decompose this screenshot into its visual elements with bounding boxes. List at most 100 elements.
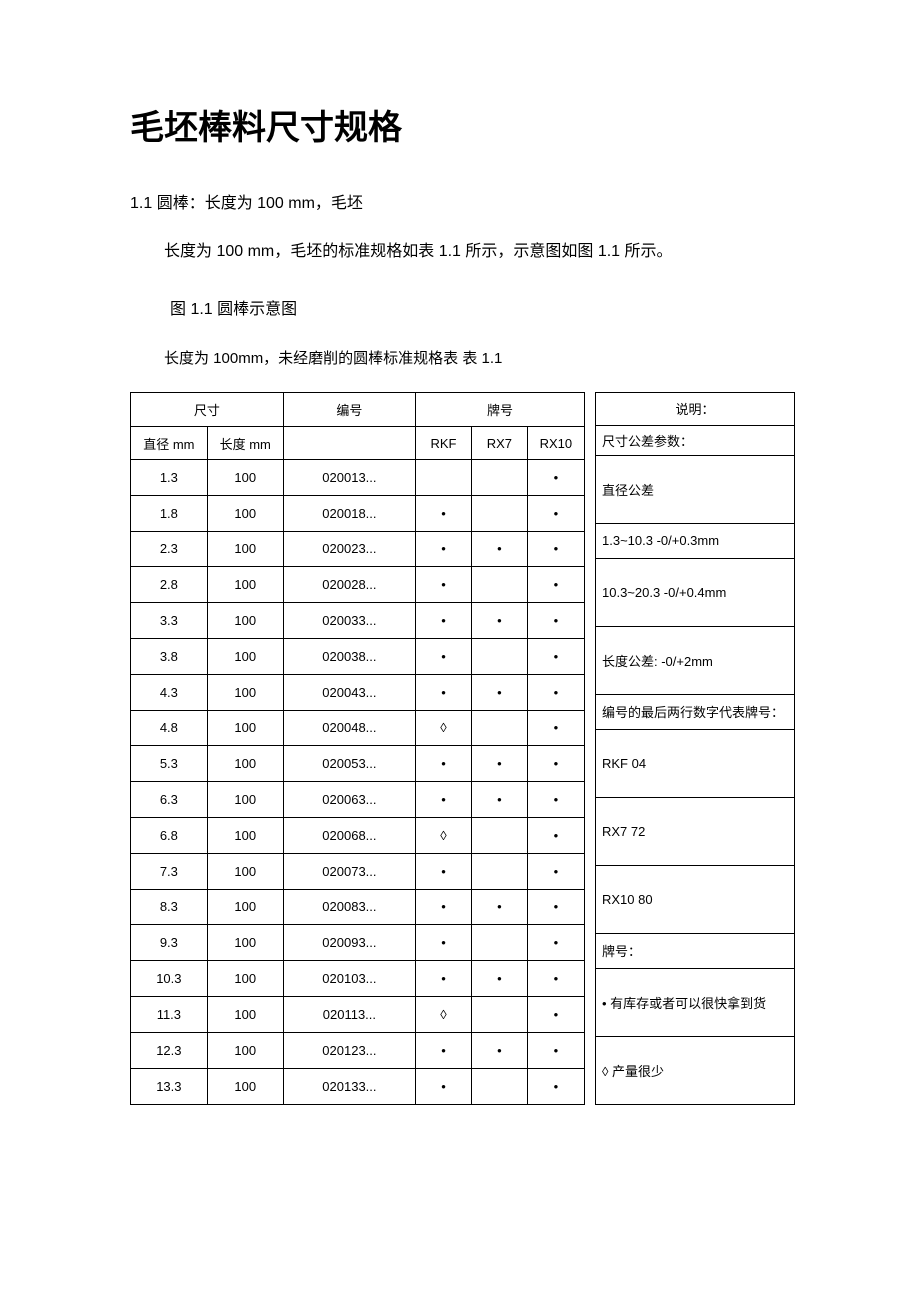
cell-g3: •	[527, 782, 584, 818]
cell-d: 1.3	[131, 460, 208, 496]
cell-g1: •	[416, 495, 472, 531]
note-rx1080: RX10 80	[596, 865, 795, 933]
cell-l: 100	[207, 746, 283, 782]
cell-g3: •	[527, 925, 584, 961]
section-heading: 1.1 圆棒：长度为 100 mm，毛坯	[130, 189, 800, 213]
table-row: 12.3100020123...•••	[131, 1032, 585, 1068]
cell-g1: ◊	[416, 996, 472, 1032]
cell-g1: ◊	[416, 710, 472, 746]
spec-table: 尺寸 编号 牌号 直径 mm 长度 mm RKF RX7 RX10 1.3100…	[130, 392, 585, 1105]
notes-table: 说明： 尺寸公差参数： 直径公差 1.3~10.3 -0/+0.3mm 10.3…	[595, 392, 795, 1105]
cell-c: 020023...	[283, 531, 415, 567]
cell-c: 020038...	[283, 638, 415, 674]
cell-g2: •	[471, 746, 527, 782]
cell-g3: •	[527, 746, 584, 782]
cell-g1: •	[416, 889, 472, 925]
cell-g2	[471, 853, 527, 889]
note-rkf04: RKF 04	[596, 729, 795, 797]
cell-g3: •	[527, 961, 584, 997]
table-row: 2.8100020028...••	[131, 567, 585, 603]
cell-l: 100	[207, 531, 283, 567]
cell-g3: •	[527, 817, 584, 853]
table-row: 3.3100020033...•••	[131, 603, 585, 639]
cell-c: 020053...	[283, 746, 415, 782]
cell-l: 100	[207, 925, 283, 961]
th-note: 说明：	[596, 392, 795, 425]
cell-c: 020083...	[283, 889, 415, 925]
note-range1: 1.3~10.3 -0/+0.3mm	[596, 523, 795, 558]
cell-c: 020133...	[283, 1068, 415, 1104]
cell-g3: •	[527, 638, 584, 674]
th-rkf: RKF	[416, 427, 472, 460]
cell-c: 020033...	[283, 603, 415, 639]
cell-g3: •	[527, 1032, 584, 1068]
table-row: 6.8100020068...◊•	[131, 817, 585, 853]
cell-c: 020048...	[283, 710, 415, 746]
note-rx772: RX7 72	[596, 797, 795, 865]
cell-g1: •	[416, 853, 472, 889]
cell-g2	[471, 996, 527, 1032]
table-row: 9.3100020093...••	[131, 925, 585, 961]
cell-g1: ◊	[416, 817, 472, 853]
table-row: 4.8100020048...◊•	[131, 710, 585, 746]
cell-l: 100	[207, 495, 283, 531]
cell-g2	[471, 817, 527, 853]
cell-g3: •	[527, 567, 584, 603]
cell-d: 8.3	[131, 889, 208, 925]
table-row: 1.8100020018...••	[131, 495, 585, 531]
table-row: 8.3100020083...•••	[131, 889, 585, 925]
cell-g3: •	[527, 710, 584, 746]
note-code-meaning: 编号的最后两行数字代表牌号：	[596, 694, 795, 729]
cell-g2	[471, 567, 527, 603]
cell-l: 100	[207, 853, 283, 889]
table-row: 7.3100020073...••	[131, 853, 585, 889]
cell-d: 7.3	[131, 853, 208, 889]
cell-g2	[471, 925, 527, 961]
cell-g3: •	[527, 460, 584, 496]
table-row: 4.3100020043...•••	[131, 674, 585, 710]
cell-g1: •	[416, 1032, 472, 1068]
th-rx10: RX10	[527, 427, 584, 460]
cell-l: 100	[207, 782, 283, 818]
cell-g1: •	[416, 1068, 472, 1104]
cell-g2: •	[471, 603, 527, 639]
cell-g2: •	[471, 782, 527, 818]
table-row: 10.3100020103...•••	[131, 961, 585, 997]
cell-g2	[471, 710, 527, 746]
cell-l: 100	[207, 996, 283, 1032]
cell-g3: •	[527, 889, 584, 925]
th-diameter: 直径 mm	[131, 427, 208, 460]
cell-l: 100	[207, 638, 283, 674]
cell-g2: •	[471, 531, 527, 567]
cell-g3: •	[527, 853, 584, 889]
note-range2: 10.3~20.3 -0/+0.4mm	[596, 558, 795, 626]
cell-d: 4.3	[131, 674, 208, 710]
th-code: 编号	[283, 392, 415, 427]
table-row: 1.3100020013...•	[131, 460, 585, 496]
table-row: 2.3100020023...•••	[131, 531, 585, 567]
cell-g3: •	[527, 674, 584, 710]
cell-d: 11.3	[131, 996, 208, 1032]
table-row: 11.3100020113...◊•	[131, 996, 585, 1032]
cell-g2: •	[471, 961, 527, 997]
cell-d: 3.8	[131, 638, 208, 674]
cell-c: 020018...	[283, 495, 415, 531]
cell-g1: •	[416, 782, 472, 818]
cell-d: 9.3	[131, 925, 208, 961]
cell-g2	[471, 460, 527, 496]
cell-c: 020043...	[283, 674, 415, 710]
table-row: 13.3100020133...••	[131, 1068, 585, 1104]
cell-g2	[471, 1068, 527, 1104]
cell-l: 100	[207, 817, 283, 853]
cell-g3: •	[527, 996, 584, 1032]
cell-g2	[471, 495, 527, 531]
note-rare: ◊ 产量很少	[596, 1036, 795, 1104]
cell-g1	[416, 460, 472, 496]
cell-c: 020028...	[283, 567, 415, 603]
note-dia-tol: 直径公差	[596, 455, 795, 523]
th-code-blank	[283, 427, 415, 460]
th-length: 长度 mm	[207, 427, 283, 460]
cell-l: 100	[207, 961, 283, 997]
cell-g1: •	[416, 567, 472, 603]
cell-g1: •	[416, 674, 472, 710]
